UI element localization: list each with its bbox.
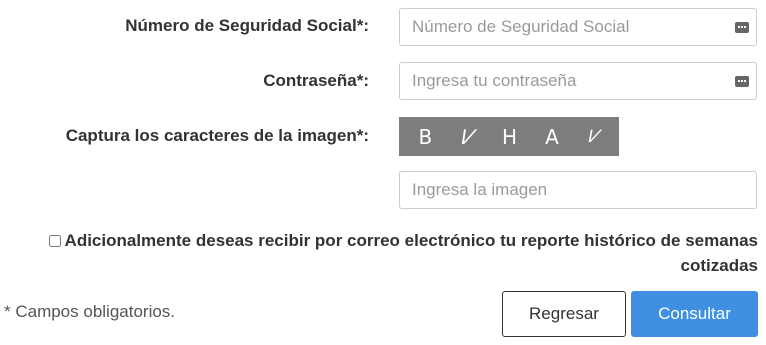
required-fields-note: * Campos obligatorios. [4,302,176,321]
captcha-label: Captura los caracteres de la imagen*: [65,126,369,145]
keyboard-icon[interactable] [735,22,749,33]
keyboard-icon[interactable] [735,76,749,87]
captcha-char: V [583,126,604,147]
nss-input[interactable] [399,8,757,46]
back-button[interactable]: Regresar [502,291,626,337]
submit-button[interactable]: Consultar [631,291,758,337]
password-input[interactable] [399,62,757,100]
password-label: Contraseña*: [263,71,369,90]
captcha-char: A [545,124,560,149]
nss-label: Número de Seguridad Social*: [125,16,369,35]
captcha-image: B V H A V [399,117,619,156]
captcha-input[interactable] [399,171,757,209]
captcha-char: V [456,124,479,149]
email-report-checkbox[interactable] [48,234,61,247]
captcha-char: H [502,124,519,149]
email-report-option: Adicionalmente deseas recibir por correo… [48,228,758,278]
email-report-label: Adicionalmente deseas recibir por correo… [64,231,758,275]
captcha-char: B [418,124,434,149]
